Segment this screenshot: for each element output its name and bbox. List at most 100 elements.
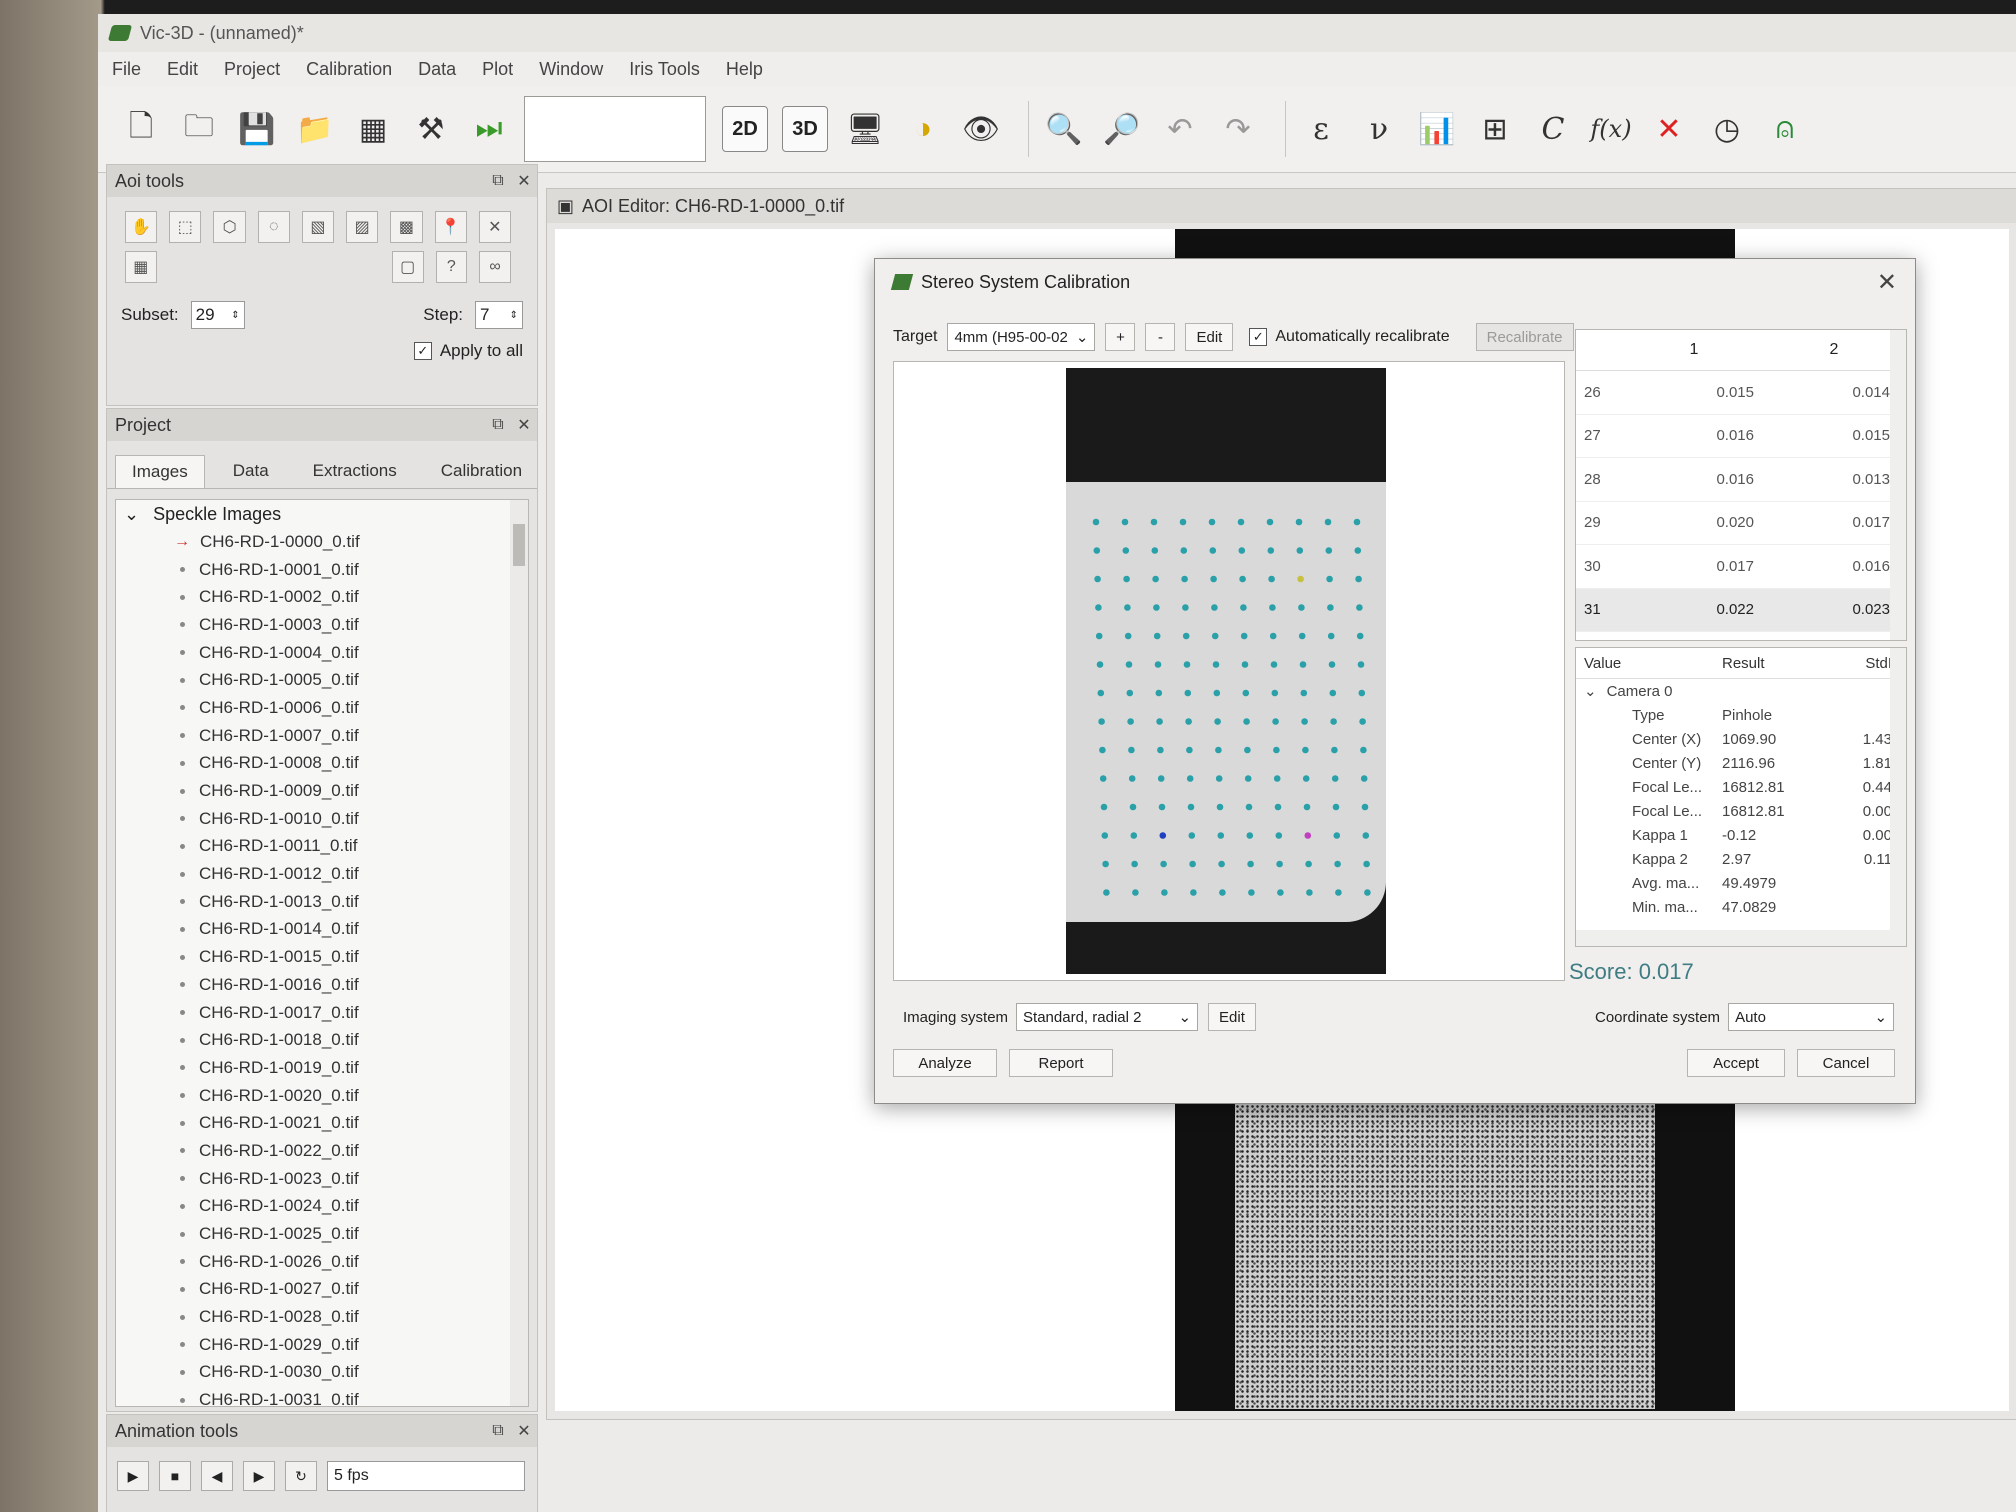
chevron-down-icon[interactable]: ⌄	[124, 504, 139, 525]
image-list-item[interactable]: CH6-RD-1-0013_0.tif	[116, 888, 528, 916]
circle-cut-icon[interactable]: ▩	[390, 211, 423, 243]
image-list-item[interactable]: → CH6-RD-1-0000_0.tif	[116, 528, 528, 556]
image-list-item[interactable]: CH6-RD-1-0008_0.tif	[116, 750, 528, 778]
poly-select-icon[interactable]: ⬡	[213, 211, 246, 243]
rect-cut-icon[interactable]: ▧	[301, 211, 335, 243]
stddev-header[interactable]: StdI	[1832, 655, 1892, 672]
box-icon[interactable]: ▢	[391, 251, 424, 283]
subset-spinbox[interactable]: 29 ⇕	[190, 301, 245, 329]
step-spinbox[interactable]: 7 ⇕	[475, 301, 523, 329]
result-row[interactable]: Center (X) 1069.90 1.43	[1576, 727, 1906, 751]
result-row[interactable]: Kappa 2 2.97 0.11	[1576, 847, 1906, 871]
image-list-item[interactable]: CH6-RD-1-0007_0.tif	[116, 722, 528, 750]
tab-extractions[interactable]: Extractions	[297, 455, 413, 488]
pin-tool-icon[interactable]: ⚒	[408, 103, 454, 155]
image-list-item[interactable]: CH6-RD-1-0015_0.tif	[116, 943, 528, 971]
magic-wand-icon[interactable]: ▦	[125, 251, 157, 283]
result-row[interactable]: Min. ma... 47.0829	[1576, 895, 1906, 919]
menu-plot[interactable]: Plot	[482, 59, 513, 80]
seed-point-icon[interactable]: 📍	[434, 211, 467, 243]
view-2d-button[interactable]: 2D	[722, 106, 768, 152]
spin-arrows-icon[interactable]: ⇕	[510, 310, 518, 321]
result-row[interactable]: Focal Le... 16812.81 0.00	[1576, 799, 1906, 823]
image-list-item[interactable]: CH6-RD-1-0028_0.tif	[116, 1303, 528, 1331]
close-icon[interactable]: ✕	[1877, 268, 1897, 297]
tab-images[interactable]: Images	[115, 455, 205, 488]
result-row[interactable]: Center (Y) 2116.96 1.81	[1576, 751, 1906, 775]
circle-select-icon[interactable]: ◌	[257, 211, 290, 243]
value-header[interactable]: Value	[1576, 655, 1716, 672]
close-icon[interactable]: ✕	[511, 171, 537, 191]
error-table-row[interactable]: 31 0.022 0.023	[1576, 588, 1906, 632]
clock-icon[interactable]: ◷	[1704, 103, 1750, 155]
hand-tool-icon[interactable]: ✋	[125, 211, 158, 243]
add-target-button[interactable]: +	[1105, 323, 1136, 351]
image-list-item[interactable]: CH6-RD-1-0031_0.tif	[116, 1386, 528, 1406]
grid-icon[interactable]: ▦	[350, 103, 396, 155]
loop-icon[interactable]: ↻	[285, 1461, 317, 1491]
results-hscrollbar[interactable]	[1576, 930, 1906, 946]
bar-chart-icon[interactable]: 📊	[1414, 103, 1460, 155]
next-frame-icon[interactable]: ▶	[243, 1461, 275, 1491]
redo-icon[interactable]: ↷	[1215, 103, 1261, 155]
fx-button[interactable]: f(x)	[1588, 103, 1634, 155]
error-table-row[interactable]: 26 0.015 0.014	[1576, 371, 1906, 415]
eye-icon[interactable]: 👁	[958, 103, 1004, 155]
open-2d-icon[interactable]: 🗀	[176, 103, 222, 155]
error-table-row[interactable]: 27 0.016 0.015	[1576, 415, 1906, 458]
monitor-icon[interactable]: 🖥	[842, 103, 888, 155]
menu-data[interactable]: Data	[418, 59, 456, 80]
coordinate-system-select[interactable]: Auto ⌄	[1728, 1003, 1895, 1031]
col-2-header[interactable]: 2	[1764, 341, 1904, 359]
chevron-down-icon[interactable]: ⌄	[1576, 682, 1597, 700]
zoom-out-icon[interactable]: 🔎	[1099, 103, 1145, 155]
image-list-item[interactable]: CH6-RD-1-0006_0.tif	[116, 694, 528, 722]
error-table-scrollbar[interactable]	[1890, 330, 1906, 640]
menu-iris-tools[interactable]: Iris Tools	[629, 59, 700, 80]
menu-help[interactable]: Help	[726, 59, 763, 80]
c-button[interactable]: C	[1530, 103, 1576, 155]
float-icon[interactable]: ⧉	[485, 172, 511, 190]
tree-root[interactable]: ⌄ Speckle Images	[116, 500, 528, 528]
view-3d-button[interactable]: 3D	[782, 106, 828, 152]
calibration-image-preview[interactable]	[893, 361, 1565, 981]
image-list-item[interactable]: CH6-RD-1-0009_0.tif	[116, 777, 528, 805]
image-list-item[interactable]: CH6-RD-1-0014_0.tif	[116, 916, 528, 944]
nu-button[interactable]: ν	[1356, 103, 1402, 155]
extract-icon[interactable]: ⊞	[1472, 103, 1518, 155]
image-list-item[interactable]: CH6-RD-1-0017_0.tif	[116, 999, 528, 1027]
apply-all-checkbox[interactable]: ✓	[413, 342, 432, 360]
menu-project[interactable]: Project	[224, 59, 280, 80]
image-list-item[interactable]: CH6-RD-1-0004_0.tif	[116, 639, 528, 667]
image-list-item[interactable]: CH6-RD-1-0016_0.tif	[116, 971, 528, 999]
delete-aoi-icon[interactable]: ✕	[478, 211, 511, 243]
epsilon-button[interactable]: ε	[1298, 103, 1344, 155]
imaging-system-select[interactable]: Standard, radial 2 ⌄	[1016, 1003, 1199, 1031]
help-icon[interactable]: ?	[435, 251, 468, 283]
image-list-item[interactable]: CH6-RD-1-0029_0.tif	[116, 1331, 528, 1359]
prev-frame-icon[interactable]: ◀	[201, 1461, 233, 1491]
image-list-item[interactable]: CH6-RD-1-0011_0.tif	[116, 833, 528, 861]
tree-scrollbar[interactable]	[510, 500, 528, 1406]
analyze-button[interactable]: Analyze	[893, 1049, 997, 1077]
new-file-icon[interactable]: 🗋	[118, 103, 164, 155]
folder-icon[interactable]: 📁	[292, 103, 338, 155]
zoom-in-icon[interactable]: 🔍	[1041, 103, 1087, 155]
menu-calibration[interactable]: Calibration	[306, 59, 392, 80]
image-list-item[interactable]: CH6-RD-1-0024_0.tif	[116, 1193, 528, 1221]
result-row[interactable]: Focal Le... 16812.81 0.44	[1576, 775, 1906, 799]
menu-window[interactable]: Window	[539, 59, 603, 80]
float-icon[interactable]: ⧉	[485, 416, 511, 434]
edit-imaging-button[interactable]: Edit	[1208, 1003, 1256, 1031]
result-row[interactable]: Type Pinhole	[1576, 703, 1906, 727]
save-icon[interactable]: 💾	[234, 103, 280, 155]
edit-target-button[interactable]: Edit	[1185, 323, 1234, 351]
image-list-item[interactable]: CH6-RD-1-0018_0.tif	[116, 1026, 528, 1054]
image-list-item[interactable]: CH6-RD-1-0010_0.tif	[116, 805, 528, 833]
antenna-icon[interactable]: ⍝	[1762, 103, 1808, 155]
menu-edit[interactable]: Edit	[167, 59, 198, 80]
poly-cut-icon[interactable]: ▨	[346, 211, 379, 243]
image-list-item[interactable]: CH6-RD-1-0019_0.tif	[116, 1054, 528, 1082]
image-list-item[interactable]: CH6-RD-1-0023_0.tif	[116, 1165, 528, 1193]
result-header[interactable]: Result	[1716, 655, 1832, 672]
